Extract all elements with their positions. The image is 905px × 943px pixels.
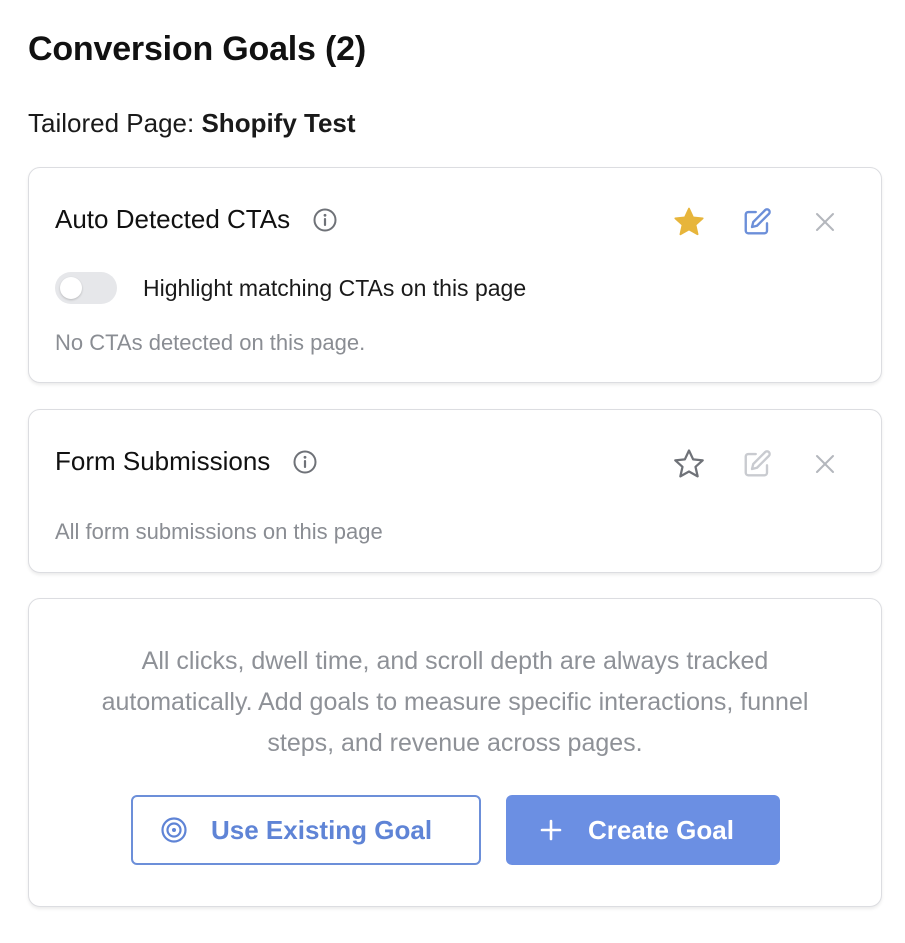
close-icon[interactable] bbox=[807, 446, 843, 482]
tailored-page-label: Tailored Page: bbox=[28, 108, 195, 138]
goal-card-title: Form Submissions bbox=[55, 446, 271, 476]
goal-card-actions bbox=[671, 446, 843, 482]
target-icon bbox=[159, 815, 189, 845]
info-icon[interactable] bbox=[312, 207, 338, 233]
tailored-page-line: Tailored Page: Shopify Test bbox=[28, 108, 356, 139]
goal-card-form-submissions: Form Submissions All form submissions on… bbox=[28, 409, 882, 573]
page-title: Conversion Goals (2) bbox=[28, 30, 366, 68]
highlight-toggle-label: Highlight matching CTAs on this page bbox=[143, 274, 527, 301]
toggle-knob bbox=[60, 277, 82, 299]
highlight-ctas-toggle[interactable] bbox=[55, 272, 117, 304]
goal-card-auto-detected-ctas: Auto Detected CTAs Highlight matching CT… bbox=[28, 167, 882, 383]
edit-icon[interactable] bbox=[739, 204, 775, 240]
info-icon[interactable] bbox=[292, 449, 318, 475]
tailored-page-name: Shopify Test bbox=[201, 108, 356, 138]
goal-card-actions bbox=[671, 204, 843, 240]
star-icon[interactable] bbox=[671, 446, 707, 482]
close-icon[interactable] bbox=[807, 204, 843, 240]
use-existing-goal-label: Use Existing Goal bbox=[211, 814, 433, 845]
use-existing-goal-button[interactable]: Use Existing Goal bbox=[131, 795, 481, 865]
edit-icon[interactable] bbox=[739, 446, 775, 482]
goal-card-header: Auto Detected CTAs bbox=[55, 204, 338, 235]
goal-card-header: Form Submissions bbox=[55, 446, 318, 477]
conversion-goals-panel: Conversion Goals (2) Tailored Page: Shop… bbox=[0, 0, 905, 943]
tracking-info-text: All clicks, dwell time, and scroll depth… bbox=[101, 647, 809, 757]
star-icon[interactable] bbox=[671, 204, 707, 240]
add-goal-card: All clicks, dwell time, and scroll depth… bbox=[28, 598, 882, 907]
create-goal-label: Create Goal bbox=[588, 814, 734, 845]
plus-icon bbox=[536, 815, 566, 845]
highlight-toggle-row: Highlight matching CTAs on this page bbox=[55, 272, 526, 304]
goal-card-note: All form submissions on this page bbox=[55, 519, 383, 544]
goal-card-title: Auto Detected CTAs bbox=[55, 204, 291, 234]
create-goal-button[interactable]: Create Goal bbox=[506, 795, 780, 865]
goal-card-note: No CTAs detected on this page. bbox=[55, 330, 366, 355]
